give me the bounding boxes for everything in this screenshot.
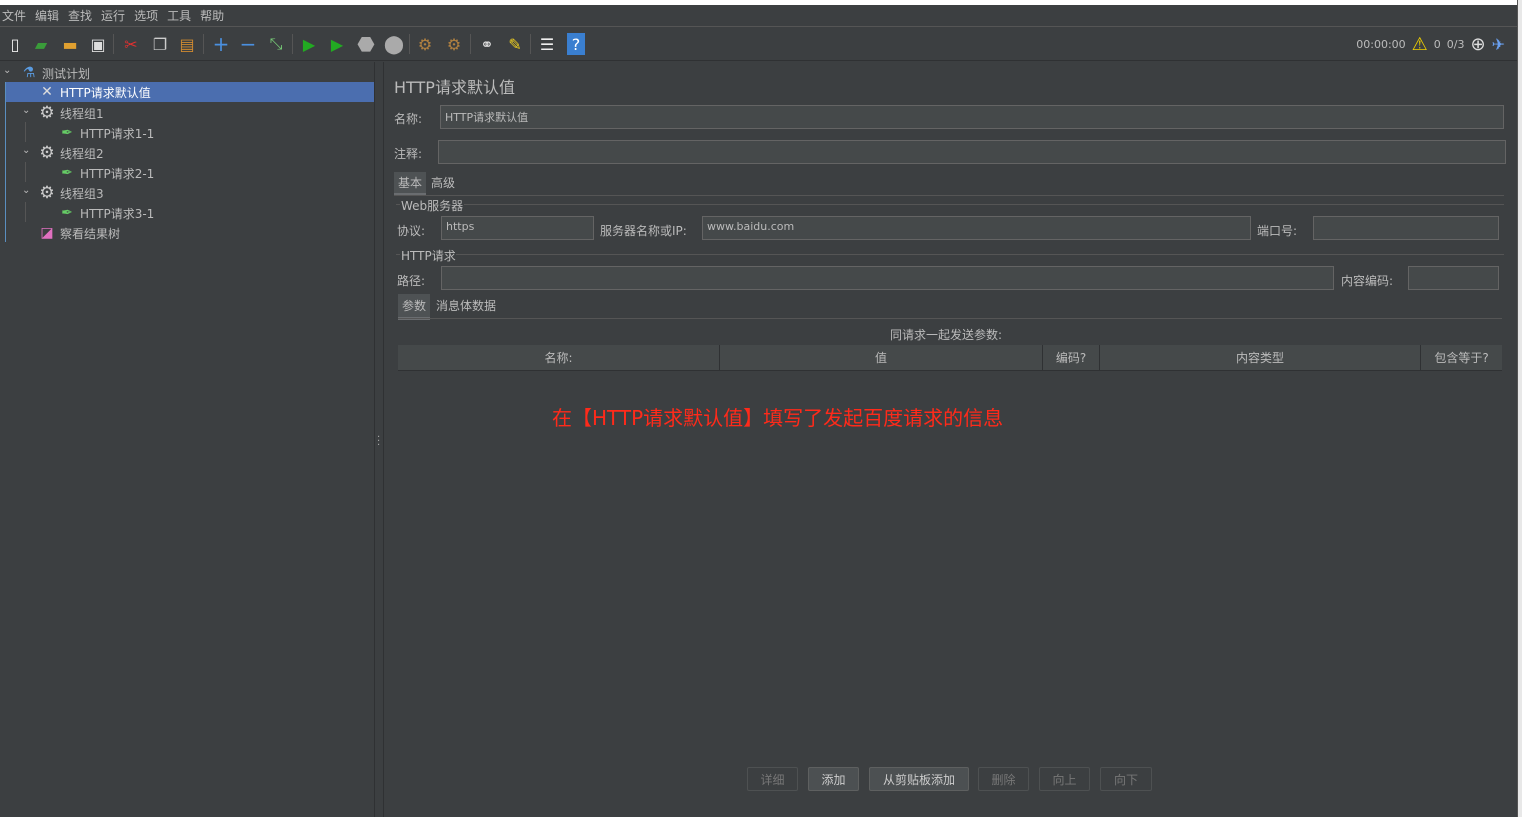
gear-icon: ⚙ xyxy=(39,143,55,163)
tools-icon: ✕ xyxy=(41,84,53,100)
sampler-icon: ✒ xyxy=(61,205,73,221)
menu-bar: 文件 编辑 查找 运行 选项 工具 帮助 xyxy=(0,5,1517,27)
cut-icon[interactable]: ✂ xyxy=(120,33,142,55)
menu-options[interactable]: 选项 xyxy=(134,7,158,24)
warning-icon[interactable]: ⚠ xyxy=(1412,34,1428,55)
column-content-type[interactable]: 内容类型 xyxy=(1100,345,1421,370)
warning-count: 0 xyxy=(1433,38,1441,51)
start-icon[interactable]: ▶ xyxy=(298,33,320,55)
name-label: 名称: xyxy=(394,112,423,126)
flask-icon: ⚗ xyxy=(22,65,36,81)
path-input[interactable] xyxy=(441,266,1334,290)
search-icon[interactable]: ⚭ xyxy=(476,33,498,55)
tree-node-http-request-2-1[interactable]: ✒ HTTP请求2-1 xyxy=(58,163,154,183)
clear-icon[interactable]: ⚙ xyxy=(414,33,436,55)
tree-node-http-request-1-1[interactable]: ✒ HTTP请求1-1 xyxy=(58,123,154,143)
status-area: 00:00:00 ⚠ 0 0/3 ⊕ ✈ xyxy=(1356,34,1505,55)
help-icon[interactable]: ? xyxy=(567,33,585,55)
thread-count: 0/3 xyxy=(1446,38,1465,51)
menu-search[interactable]: 查找 xyxy=(68,7,92,24)
expand-icon[interactable]: + xyxy=(210,32,232,56)
port-label: 端口号: xyxy=(1257,224,1298,238)
params-caption: 同请求一起发送参数: xyxy=(890,328,1003,342)
web-server-legend: Web服务器 xyxy=(401,199,464,213)
tree-node-thread-group-3[interactable]: ⚙ 线程组3 xyxy=(38,183,103,203)
toolbar: ▯ ▰ ▬ ▣ ✂ ❐ ▤ + − ⤡ ▶ ▶ ⬣ ⬤ ⚙ ⚙ ⚭ ✎ ☰ ? … xyxy=(0,28,1517,61)
delete-button[interactable]: 删除 xyxy=(978,767,1029,791)
add-from-clipboard-button[interactable]: 从剪贴板添加 xyxy=(869,767,969,791)
save-icon[interactable]: ▣ xyxy=(87,33,109,55)
column-include-equals[interactable]: 包含等于? xyxy=(1421,345,1502,370)
toggle-icon[interactable]: ⤡ xyxy=(265,33,287,55)
tree-node-http-request-3-1[interactable]: ✒ HTTP请求3-1 xyxy=(58,203,154,223)
tab-parameters[interactable]: 参数 xyxy=(398,294,431,320)
column-encode[interactable]: 编码? xyxy=(1043,345,1100,370)
params-table-header: 名称: 值 编码? 内容类型 包含等于? xyxy=(398,345,1502,371)
comment-label: 注释: xyxy=(394,147,423,161)
background-window-edge xyxy=(1517,0,1522,817)
elapsed-timer: 00:00:00 xyxy=(1356,38,1406,51)
tab-basic[interactable]: 基本 xyxy=(394,172,427,196)
column-value[interactable]: 值 xyxy=(720,345,1043,370)
gear-icon: ⚙ xyxy=(39,103,55,123)
tree-node-test-plan[interactable]: ⚗ 测试计划 xyxy=(20,63,90,83)
tree-node-http-defaults[interactable]: ✕ HTTP请求默认值 xyxy=(6,82,374,102)
encoding-label: 内容编码: xyxy=(1341,274,1394,288)
server-input[interactable]: www.baidu.com xyxy=(702,216,1251,240)
paste-icon[interactable]: ▤ xyxy=(176,33,198,55)
splitter-grip-icon[interactable]: · · · xyxy=(377,433,380,451)
protocol-label: 协议: xyxy=(397,224,426,238)
chevron-down-icon[interactable]: ⌄ xyxy=(3,65,11,76)
column-name[interactable]: 名称: xyxy=(398,345,720,370)
new-icon[interactable]: ▯ xyxy=(4,33,26,55)
menu-run[interactable]: 运行 xyxy=(101,7,125,24)
protocol-input[interactable]: https xyxy=(441,216,594,240)
menu-edit[interactable]: 编辑 xyxy=(35,7,59,24)
detail-button[interactable]: 详细 xyxy=(747,767,798,791)
sampler-icon: ✒ xyxy=(61,125,73,141)
sampler-icon: ✒ xyxy=(61,165,73,181)
chevron-down-icon[interactable]: ⌄ xyxy=(22,105,30,116)
encoding-input[interactable] xyxy=(1408,266,1499,290)
stop-icon[interactable]: ⬣ xyxy=(355,32,377,56)
gear-icon: ⚙ xyxy=(39,183,55,203)
chevron-down-icon[interactable]: ⌄ xyxy=(22,145,30,156)
menu-tools[interactable]: 工具 xyxy=(167,7,191,24)
tree-node-view-results-tree[interactable]: ◪ 察看结果树 xyxy=(38,223,120,243)
chart-icon: ◪ xyxy=(40,225,54,241)
server-label: 服务器名称或IP: xyxy=(600,224,687,238)
start-no-pause-icon[interactable]: ▶ xyxy=(326,33,348,55)
chevron-down-icon[interactable]: ⌄ xyxy=(22,185,30,196)
tree-node-thread-group-2[interactable]: ⚙ 线程组2 xyxy=(38,143,103,163)
add-button[interactable]: 添加 xyxy=(808,767,859,791)
annotation-text: 在【HTTP请求默认值】填写了发起百度请求的信息 xyxy=(552,406,1004,430)
move-down-button[interactable]: 向下 xyxy=(1100,767,1152,791)
open-icon[interactable]: ▬ xyxy=(59,33,81,55)
shutdown-icon[interactable]: ⬤ xyxy=(383,33,405,55)
remote-icon[interactable]: ⊕ xyxy=(1471,34,1486,55)
collapse-icon[interactable]: − xyxy=(237,32,259,56)
log-icon[interactable]: ✈ xyxy=(1492,35,1505,54)
templates-icon[interactable]: ▰ xyxy=(30,33,52,55)
reset-search-icon[interactable]: ✎ xyxy=(504,33,526,55)
http-request-legend: HTTP请求 xyxy=(401,249,456,263)
move-up-button[interactable]: 向上 xyxy=(1039,767,1090,791)
tab-body-data[interactable]: 消息体数据 xyxy=(432,295,500,316)
tab-advanced[interactable]: 高级 xyxy=(427,172,459,193)
comment-input[interactable] xyxy=(438,140,1506,164)
test-plan-tree: ⌄ ⚗ 测试计划 ✕ HTTP请求默认值 ⌄ ⚙ 线程组1 ✒ HTTP请求1-1 ⌄ … xyxy=(0,62,375,817)
menu-file[interactable]: 文件 xyxy=(2,7,26,24)
path-label: 路径: xyxy=(397,274,426,288)
port-input[interactable] xyxy=(1313,216,1499,240)
clear-all-icon[interactable]: ⚙ xyxy=(443,33,465,55)
menu-help[interactable]: 帮助 xyxy=(200,7,224,24)
copy-icon[interactable]: ❐ xyxy=(149,33,171,55)
name-input[interactable]: HTTP请求默认值 xyxy=(440,105,1504,129)
function-helper-icon[interactable]: ☰ xyxy=(536,33,558,55)
panel-title: HTTP请求默认值 xyxy=(394,78,515,97)
tree-node-thread-group-1[interactable]: ⚙ 线程组1 xyxy=(38,103,103,123)
